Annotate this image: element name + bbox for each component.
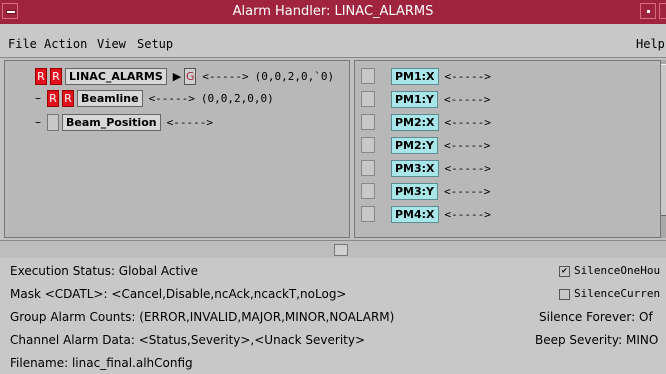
tree-dash: – [35,115,41,129]
silence-current-label: SilenceCurren [574,287,661,300]
channel-row[interactable]: PM2:X <-----> [361,113,491,131]
severity-arrow: <-----> [202,69,249,83]
channel-data-legend: Channel Alarm Data: <Status,Severity>,<U… [10,333,366,347]
ack-r-indicator[interactable]: R [50,67,62,85]
channel-name[interactable]: PM1:X [391,67,439,85]
severity-arrow: <-----> [444,92,491,106]
scrollbar-thumb[interactable] [661,64,666,216]
channel-row[interactable]: PM1:Y <-----> [361,90,490,108]
checkbox-unchecked-icon[interactable] [559,288,570,300]
channel-name[interactable]: PM2:Y [391,136,439,154]
menu-bar: File Action View Setup Help [0,24,666,58]
execution-status: Execution Status: Global Active [10,264,199,278]
ack-checkbox[interactable] [361,183,375,199]
minimize-button[interactable] [640,3,656,19]
severity-arrow: <-----> [444,115,491,129]
ack-empty-indicator[interactable] [47,113,59,131]
group-name[interactable]: LINAC_ALARMS [65,67,167,85]
tree-row-beamline[interactable]: – R R Beamline <-----> (0,0,2,0,0) [35,89,274,107]
menu-help[interactable]: Help [636,37,665,51]
ack-checkbox[interactable] [361,160,375,176]
severity-arrow: <-----> [444,69,491,83]
mask-legend: Mask <CDATL>: <Cancel,Disable,ncAck,ncac… [10,287,347,301]
alarm-counts: (0,0,2,0,`0) [254,69,335,83]
severity-arrow: <-----> [444,207,491,221]
severity-arrow: <-----> [444,184,491,198]
expand-triangle-icon[interactable]: ▶ [173,70,181,83]
severity-arrow: <-----> [166,115,213,129]
maximize-button[interactable] [659,3,666,19]
menu-file[interactable]: File [8,37,37,51]
silence-current-toggle[interactable]: SilenceCurren [559,287,660,300]
tree-dash: – [35,91,41,105]
channel-name[interactable]: PM1:Y [391,90,439,108]
channel-row[interactable]: PM2:Y <-----> [361,136,490,154]
menu-action[interactable]: Action [44,37,87,51]
silence-forever-status: Silence Forever: Of [539,310,653,324]
channel-name[interactable]: PM2:X [391,113,439,131]
silence-one-hour-label: SilenceOneHou [574,264,661,277]
status-area: Execution Status: Global Active Mask <CD… [0,258,666,374]
channel-list-pane: PM1:X <-----> PM1:Y <-----> PM2:X <-----… [354,60,666,238]
channel-row[interactable]: PM3:X <-----> [361,159,491,177]
tree-row-beam-position[interactable]: – Beam_Position <-----> [35,113,213,131]
menu-setup[interactable]: Setup [137,37,173,51]
channel-row[interactable]: PM3:Y <-----> [361,182,490,200]
ack-r-indicator[interactable]: R [62,89,74,107]
channel-row[interactable]: PM4:X <-----> [361,205,491,223]
window-title: Alarm Handler: LINAC_ALARMS [232,4,434,19]
ack-checkbox[interactable] [361,206,375,222]
group-counts-legend: Group Alarm Counts: (ERROR,INVALID,MAJOR… [10,310,395,324]
config-filename: Filename: linac_final.alhConfig [10,356,193,370]
menu-view[interactable]: View [97,37,126,51]
ack-checkbox[interactable] [361,68,375,84]
channel-name[interactable]: PM3:Y [391,182,439,200]
guidance-button[interactable]: G [184,67,197,85]
ack-checkbox[interactable] [361,91,375,107]
group-tree-pane: R R LINAC_ALARMS ▶ G <-----> (0,0,2,0,`0… [4,60,350,238]
channel-row[interactable]: PM1:X <-----> [361,67,491,85]
ack-r-indicator[interactable]: R [47,89,59,107]
channel-scrollbar[interactable] [660,60,666,238]
channel-name[interactable]: PM3:X [391,159,439,177]
severity-arrow: <-----> [444,161,491,175]
beep-severity-status: Beep Severity: MINO [535,333,659,347]
sash-grip-handle[interactable] [334,244,348,256]
title-bar: Alarm Handler: LINAC_ALARMS [0,0,666,24]
group-name[interactable]: Beamline [77,89,143,107]
ack-checkbox[interactable] [361,114,375,130]
checkbox-checked-icon[interactable]: ✔ [559,265,570,277]
channel-name[interactable]: PM4:X [391,205,439,223]
ack-checkbox[interactable] [361,137,375,153]
pane-sash [0,240,666,260]
silence-one-hour-toggle[interactable]: ✔ SilenceOneHou [559,264,660,277]
alarm-counts: (0,0,2,0,0) [200,91,274,105]
ack-r-indicator[interactable]: R [35,67,47,85]
severity-arrow: <-----> [444,138,491,152]
severity-arrow: <-----> [148,91,195,105]
group-name[interactable]: Beam_Position [62,113,161,131]
tree-row-linac-alarms[interactable]: R R LINAC_ALARMS ▶ G <-----> (0,0,2,0,`0… [35,67,334,85]
